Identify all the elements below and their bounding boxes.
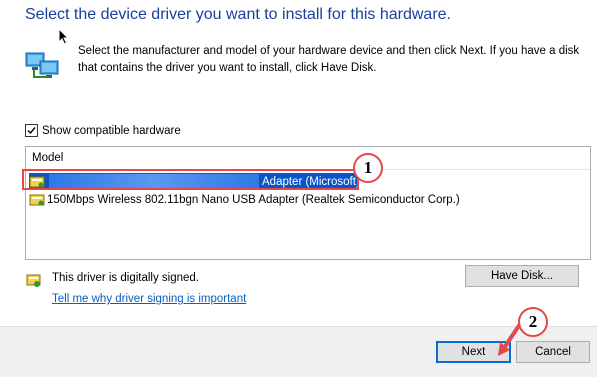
model-list-item[interactable]: 150Mbps Wireless 802.11bgn Nano USB Adap…	[29, 191, 460, 208]
mouse-cursor-icon	[58, 28, 70, 45]
model-listbox[interactable]: Model Adapter (Microsoft) 150Mbps Wirele…	[25, 146, 591, 260]
intro-text: Select the manufacturer and model of you…	[78, 45, 580, 74]
checkbox-box[interactable]	[25, 124, 38, 137]
network-hardware-icon	[25, 52, 59, 78]
step-2-badge: 2	[518, 307, 548, 337]
dialog-title: Select the device driver you want to ins…	[25, 6, 451, 23]
step-1-badge: 1	[353, 153, 383, 183]
model-column-header[interactable]: Model	[26, 147, 590, 170]
have-disk-button[interactable]: Have Disk...	[465, 265, 579, 287]
model-list-item-label: 150Mbps Wireless 802.11bgn Nano USB Adap…	[47, 193, 460, 206]
driver-signing-link[interactable]: Tell me why driver signing is important	[52, 293, 246, 305]
check-mark-icon	[27, 127, 36, 135]
show-compatible-hardware-label: Show compatible hardware	[42, 124, 181, 137]
annotation-highlight-box	[22, 169, 359, 190]
driver-signed-status: This driver is digitally signed.	[52, 272, 200, 284]
driver-package-icon	[29, 194, 45, 205]
model-header-label: Model	[32, 152, 64, 164]
signed-driver-icon	[26, 274, 41, 287]
show-compatible-hardware-checkbox[interactable]: Show compatible hardware	[25, 124, 181, 137]
